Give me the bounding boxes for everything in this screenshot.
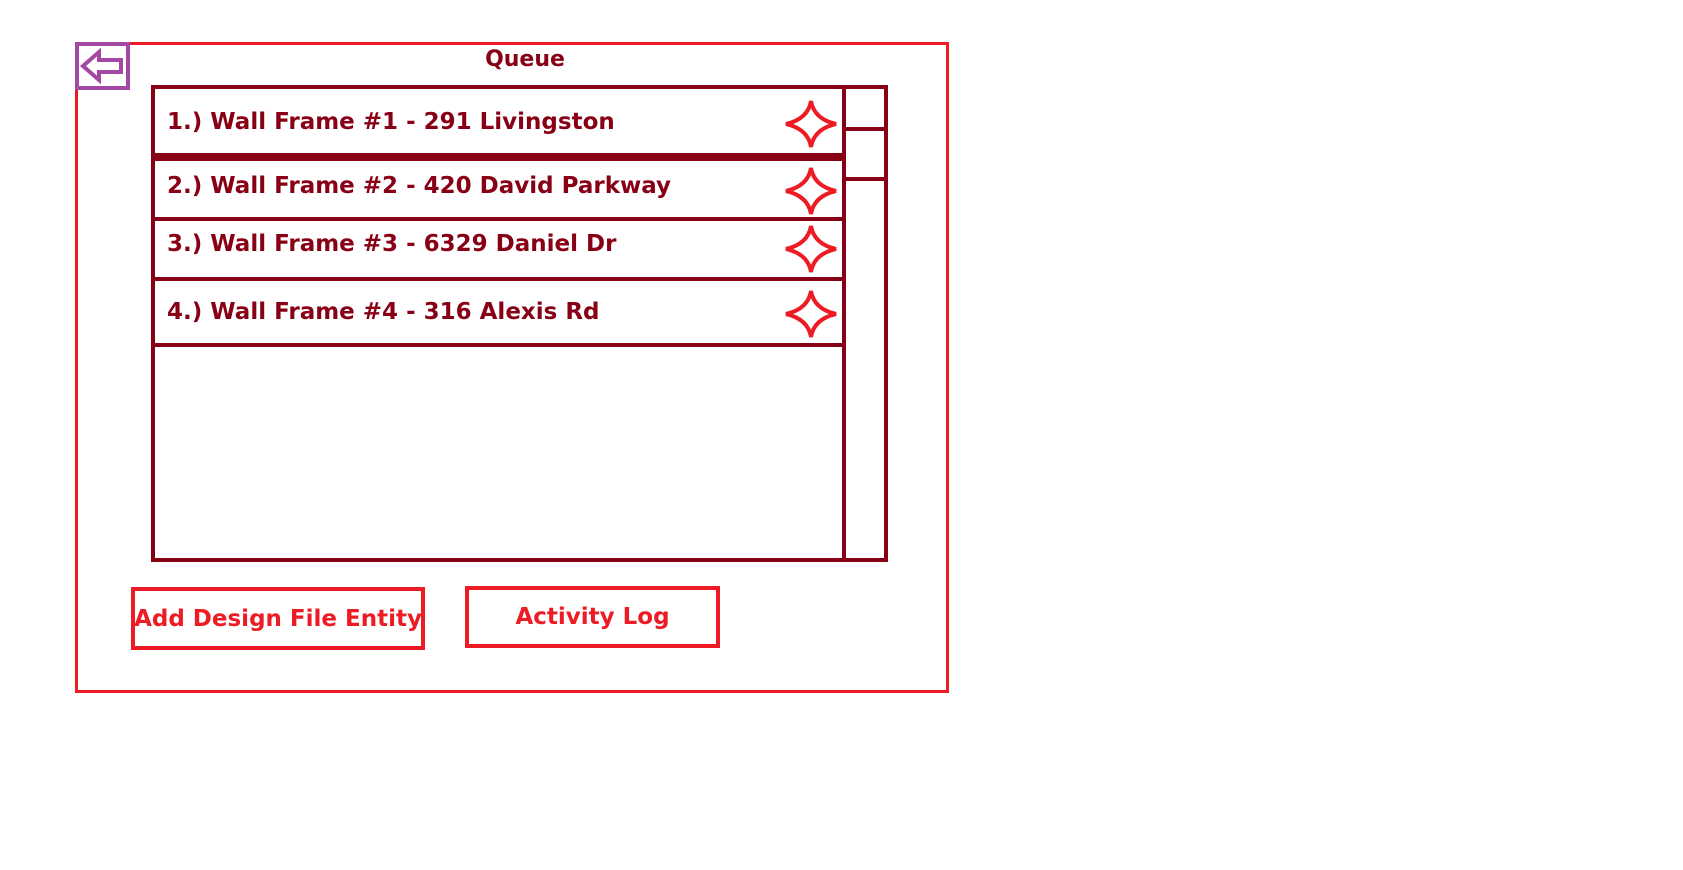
page-title: Queue	[485, 47, 565, 72]
queue-item-label: 1.) Wall Frame #1 - 291 Livingston	[167, 109, 615, 135]
queue-item[interactable]: 4.) Wall Frame #4 - 316 Alexis Rd	[155, 281, 844, 347]
queue-item[interactable]: 2.) Wall Frame #2 - 420 David Parkway	[155, 157, 844, 221]
activity-log-button[interactable]: Activity Log	[465, 586, 720, 648]
queue-item-label: 4.) Wall Frame #4 - 316 Alexis Rd	[167, 299, 600, 325]
back-arrow-icon	[79, 47, 123, 85]
star-icon[interactable]	[784, 289, 838, 345]
star-icon[interactable]	[784, 99, 838, 155]
queue-list-content: 1.) Wall Frame #1 - 291 Livingston 2.) W…	[155, 89, 846, 558]
star-icon[interactable]	[784, 224, 838, 280]
queue-item-label: 3.) Wall Frame #3 - 6329 Daniel Dr	[167, 231, 617, 257]
star-icon[interactable]	[784, 166, 838, 222]
back-button[interactable]	[75, 42, 130, 90]
scrollbar-thumb[interactable]	[846, 131, 884, 181]
queue-item[interactable]: 3.) Wall Frame #3 - 6329 Daniel Dr	[155, 221, 844, 281]
scrollbar[interactable]	[846, 89, 884, 558]
queue-item[interactable]: 1.) Wall Frame #1 - 291 Livingston	[155, 89, 844, 157]
scroll-up-button[interactable]	[846, 89, 884, 131]
queue-item-label: 2.) Wall Frame #2 - 420 David Parkway	[167, 173, 672, 199]
queue-list: 1.) Wall Frame #1 - 291 Livingston 2.) W…	[151, 85, 888, 562]
add-design-file-entity-button[interactable]: Add Design File Entity	[131, 587, 425, 650]
